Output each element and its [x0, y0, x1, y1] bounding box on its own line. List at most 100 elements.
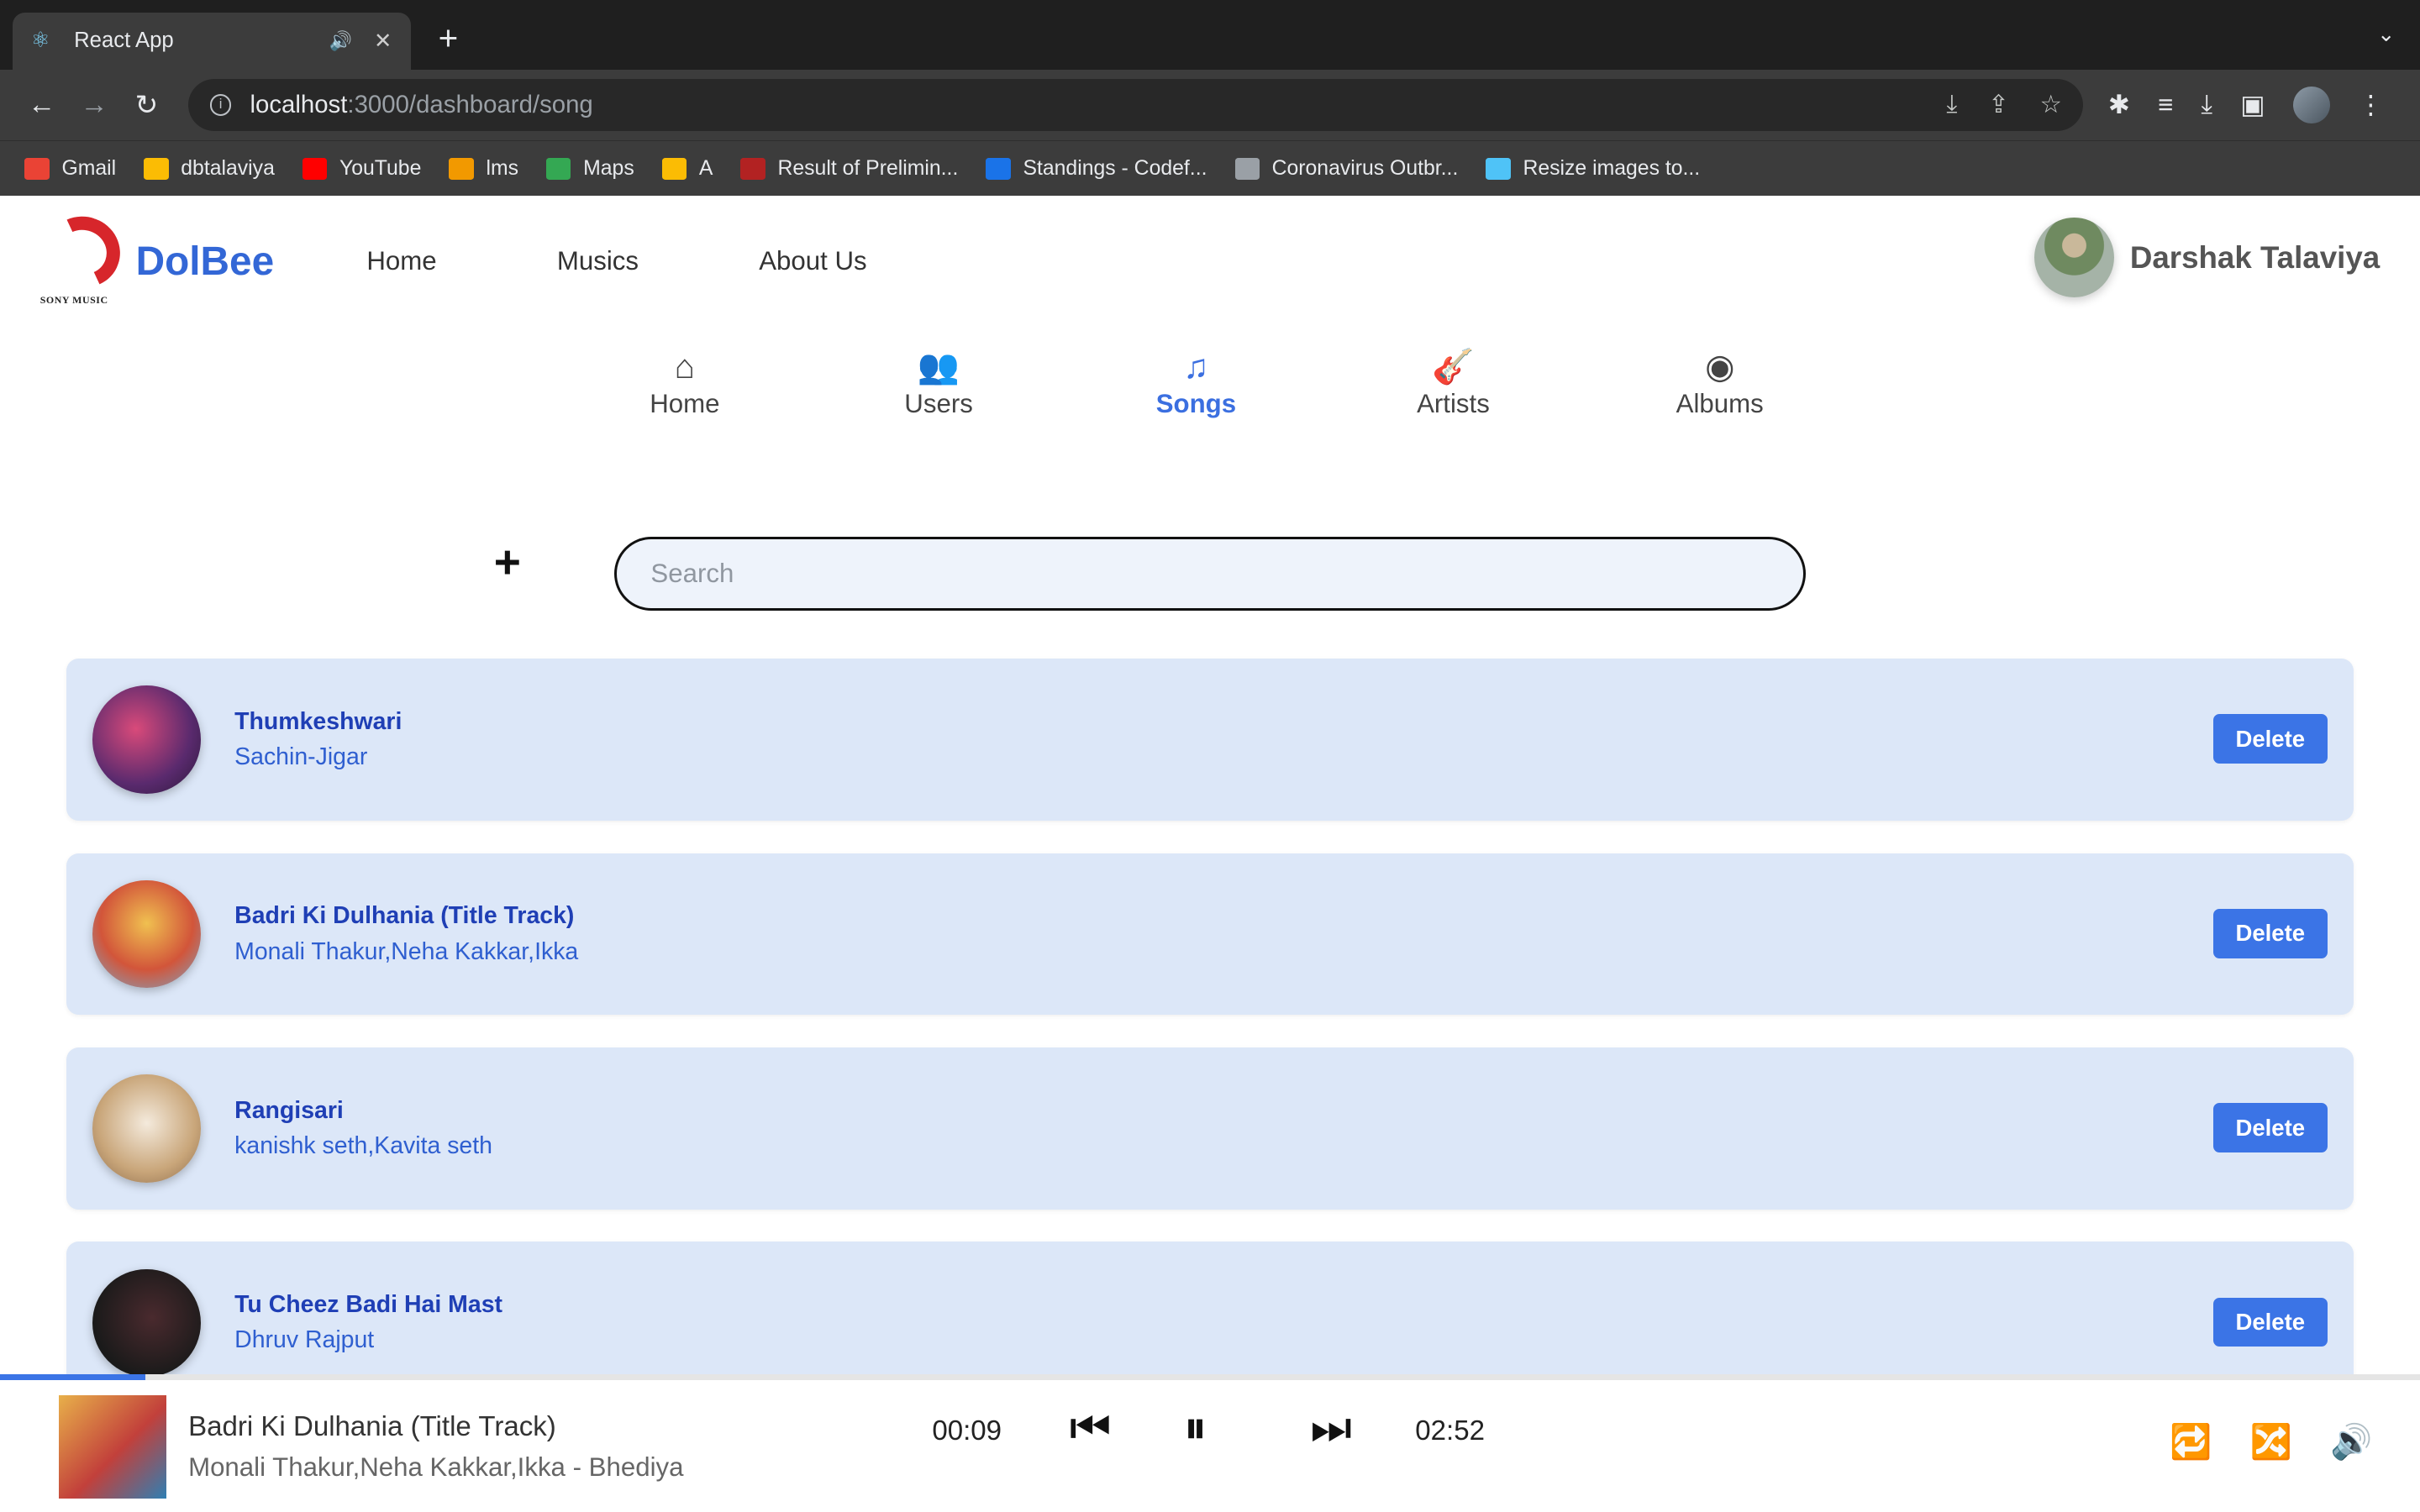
music-player: Badri Ki Dulhania (Title Track) Monali T…: [0, 1373, 2420, 1512]
bookmark-item[interactable]: Coronavirus Outbr...: [1234, 156, 1459, 181]
users-icon: 👥: [917, 347, 960, 386]
delete-button[interactable]: Delete: [2212, 714, 2328, 764]
song-artist[interactable]: Sachin-Jigar: [234, 743, 402, 771]
forward-button[interactable]: →: [68, 89, 120, 121]
app-header: SONY MUSIC DolBee Home Musics About Us D…: [0, 196, 2420, 327]
delete-button[interactable]: Delete: [2212, 1297, 2328, 1347]
speaker-icon[interactable]: 🔊: [329, 30, 352, 52]
nav-about-us[interactable]: About Us: [759, 246, 866, 276]
search-input[interactable]: [614, 537, 1806, 612]
bookmark-label: Resize images to...: [1523, 156, 1701, 180]
bookmark-label: Coronavirus Outbr...: [1271, 156, 1459, 180]
share-icon[interactable]: ⇪: [1988, 90, 2009, 119]
more-menu-icon[interactable]: ⋮: [2358, 90, 2384, 120]
bookmark-item[interactable]: YouTube: [302, 157, 421, 181]
bookmark-icon: [546, 157, 571, 180]
song-artist[interactable]: kanishk seth,Kavita seth: [234, 1132, 492, 1160]
install-icon[interactable]: ⤓: [1946, 90, 1957, 119]
nav-musics[interactable]: Musics: [557, 246, 639, 276]
tab-home[interactable]: ⌂ Home: [650, 345, 719, 418]
song-artist[interactable]: Monali Thakur,Neha Kakkar,Ikka: [234, 938, 578, 966]
back-button[interactable]: ←: [15, 89, 67, 121]
tab-artists-label: Artists: [1417, 388, 1490, 418]
home-icon: ⌂: [674, 347, 696, 386]
tab-albums[interactable]: ◉ Albums: [1676, 345, 1764, 418]
bookmark-icon: [302, 157, 328, 180]
tab-home-label: Home: [650, 388, 720, 418]
bookmark-label: Maps: [583, 156, 634, 180]
shuffle-icon[interactable]: 🔀: [2250, 1422, 2292, 1462]
bookmark-item[interactable]: lms: [449, 157, 518, 181]
bookmark-item[interactable]: Resize images to...: [1486, 157, 1700, 181]
bookmark-item[interactable]: Maps: [546, 157, 634, 181]
song-title[interactable]: Badri Ki Dulhania (Title Track): [234, 902, 578, 930]
reload-button[interactable]: ↻: [120, 88, 172, 122]
bookmark-item[interactable]: Gmail: [24, 157, 116, 181]
song-title[interactable]: Thumkeshwari: [234, 708, 402, 736]
bookmark-item[interactable]: Result of Prelimin...: [740, 157, 958, 181]
repeat-icon[interactable]: 🔁: [2170, 1422, 2212, 1462]
tab-albums-label: Albums: [1676, 388, 1764, 418]
top-nav: Home Musics About Us: [366, 246, 866, 276]
star-icon[interactable]: ☆: [2039, 90, 2061, 119]
browser-tab[interactable]: ⚛ React App 🔊 ✕: [12, 12, 411, 70]
previous-track-icon[interactable]: ⏮: [1070, 1400, 1112, 1456]
delete-button[interactable]: Delete: [2212, 908, 2328, 958]
progress-fill: [0, 1373, 145, 1380]
current-time: 00:09: [932, 1415, 1002, 1447]
bookmark-label: lms: [486, 156, 519, 180]
bookmark-label: Standings - Codef...: [1023, 156, 1207, 180]
bookmark-label: dbtalaviya: [181, 156, 275, 180]
new-tab-button[interactable]: +: [439, 18, 459, 58]
logo-text: SONY MUSIC: [39, 293, 108, 306]
add-song-button[interactable]: +: [494, 535, 521, 589]
next-track-icon[interactable]: ⏭: [1310, 1400, 1352, 1456]
song-cover: [92, 1074, 201, 1183]
bookmarks-bar: Gmail dbtalaviya YouTube lms Maps A Result of …: [0, 140, 2420, 197]
player-song-subtitle: Monali Thakur,Neha Kakkar,Ikka - Bhediya: [188, 1452, 684, 1483]
avatar[interactable]: [2033, 217, 2115, 298]
media-control-icon[interactable]: ≡: [2158, 90, 2173, 120]
brand-name[interactable]: DolBee: [136, 239, 275, 285]
song-cover: [92, 1268, 201, 1378]
bookmark-icon: [1234, 157, 1260, 180]
info-icon[interactable]: i: [209, 94, 232, 116]
music-icon: ♫: [1183, 347, 1209, 386]
bookmark-label: A: [698, 156, 713, 180]
url-path: :3000/dashboard/song: [347, 90, 593, 118]
progress-bar[interactable]: [0, 1373, 2420, 1380]
song-cover: [92, 879, 201, 989]
bookmark-icon: [144, 157, 169, 180]
tab-artists[interactable]: 🎸 Artists: [1417, 345, 1490, 418]
address-bar[interactable]: i localhost :3000/dashboard/song ⤓ ⇪ ☆: [188, 78, 2084, 132]
browser-toolbar: ← → ↻ i localhost :3000/dashboard/song ⤓…: [0, 69, 2420, 141]
bookmark-label: Result of Prelimin...: [777, 156, 959, 180]
song-title[interactable]: Rangisari: [234, 1097, 492, 1125]
tab-songs[interactable]: ♫ Songs: [1156, 345, 1236, 418]
sony-music-logo[interactable]: SONY MUSIC: [36, 206, 131, 307]
profile-avatar[interactable]: [2292, 86, 2330, 123]
volume-icon[interactable]: 🔊: [2330, 1422, 2372, 1462]
bookmark-item[interactable]: A: [661, 156, 713, 181]
side-panel-icon[interactable]: ▣: [2240, 90, 2265, 120]
extensions-icon[interactable]: ✱: [2108, 90, 2130, 120]
song-list: Thumkeshwari Sachin-Jigar Delete Badri K…: [66, 659, 2354, 1436]
download-icon[interactable]: ⤓: [2201, 89, 2212, 120]
bookmark-label: Gmail: [61, 156, 117, 180]
chevron-down-icon[interactable]: ⌄: [2377, 22, 2396, 47]
app-root: SONY MUSIC DolBee Home Musics About Us D…: [0, 196, 2420, 1512]
disc-icon: ◉: [1705, 347, 1735, 386]
song-title[interactable]: Tu Cheez Badi Hai Mast: [234, 1291, 502, 1319]
tab-users[interactable]: 👥 Users: [904, 345, 973, 418]
dashboard-nav: ⌂ Home 👥 Users ♫ Songs 🎸 Artists ◉ Album…: [0, 345, 2420, 454]
tab-title: React App: [74, 29, 174, 53]
pause-icon[interactable]: ⏸: [1184, 1400, 1207, 1456]
bookmark-item[interactable]: dbtalaviya: [144, 157, 275, 181]
user-profile[interactable]: Darshak Talaviya: [2033, 217, 2380, 298]
close-icon[interactable]: ✕: [374, 29, 392, 54]
nav-home[interactable]: Home: [366, 246, 436, 276]
bookmark-item[interactable]: Standings - Codef...: [986, 157, 1207, 181]
delete-button[interactable]: Delete: [2212, 1103, 2328, 1152]
guitar-icon: 🎸: [1432, 347, 1475, 386]
song-artist[interactable]: Dhruv Rajput: [234, 1326, 502, 1354]
